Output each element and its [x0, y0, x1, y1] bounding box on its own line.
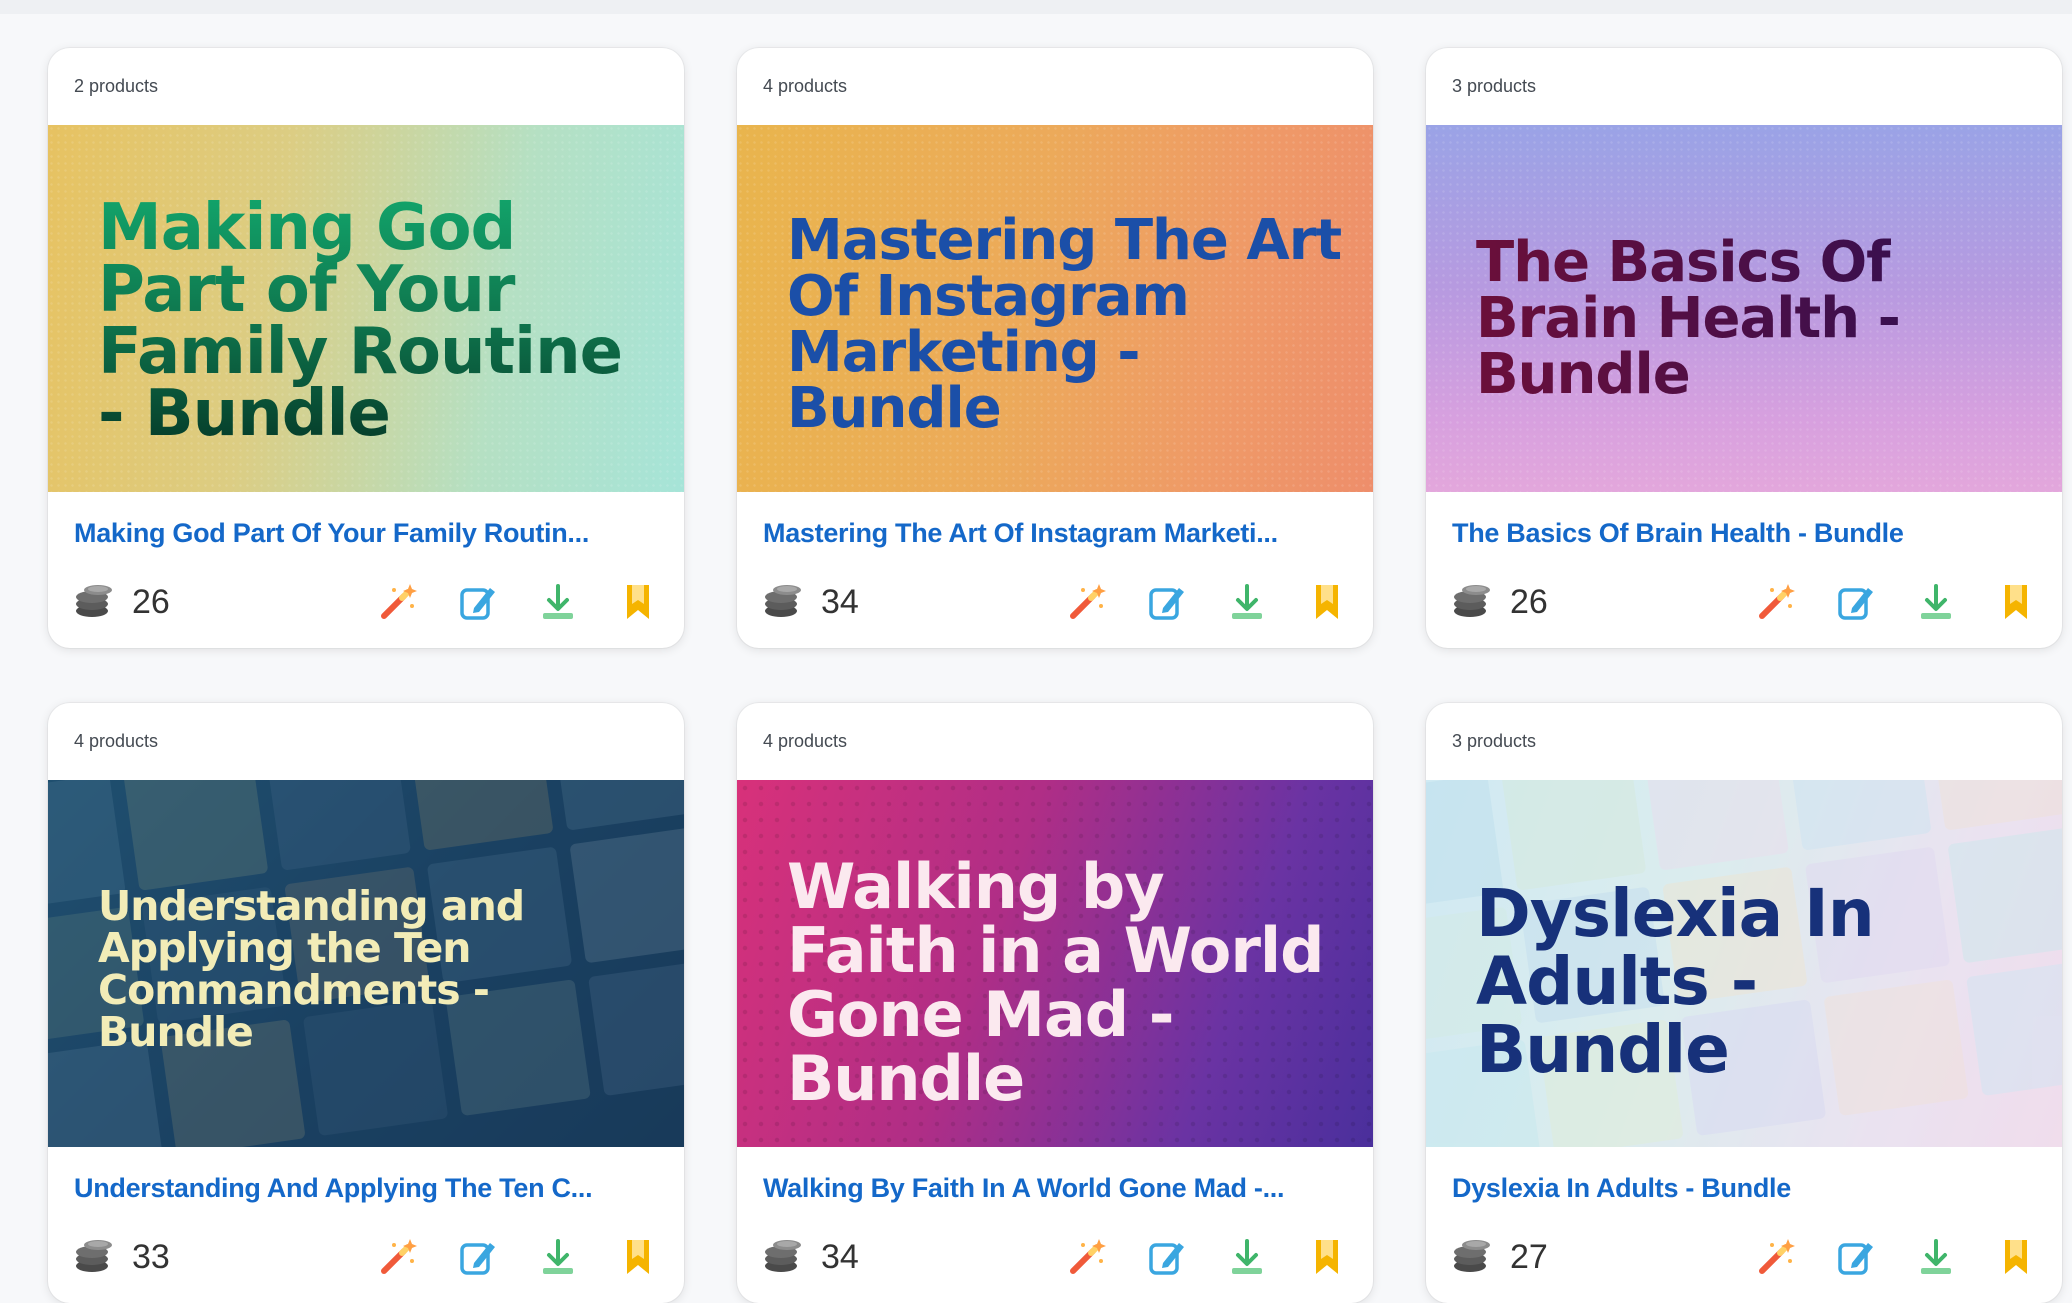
- top-strip: [0, 0, 2072, 14]
- coins-stack-icon: [763, 1235, 803, 1280]
- bookmark-icon[interactable]: [1307, 1237, 1347, 1277]
- card-footer: 34: [763, 580, 1347, 624]
- bundle-card[interactable]: 3 products The Basics Of Brain Health - …: [1426, 48, 2062, 648]
- product-count: 4 products: [763, 76, 848, 96]
- product-count: 4 products: [763, 731, 848, 751]
- bundle-thumbnail[interactable]: Mastering The Art Of Instagram Marketing…: [737, 125, 1373, 492]
- bundle-card[interactable]: 4 products Walking by Faith in a World G…: [737, 703, 1373, 1303]
- card-footer: 34: [763, 1235, 1347, 1279]
- bundle-thumbnail[interactable]: Making God Part of Your Family Routine -…: [48, 125, 684, 492]
- bookmark-icon[interactable]: [1996, 1237, 2036, 1277]
- card-footer: 33: [74, 1235, 658, 1279]
- card-actions: [1067, 582, 1347, 622]
- coins-stack-icon: [74, 1235, 114, 1280]
- magic-wand-icon[interactable]: [378, 582, 418, 622]
- card-actions: [1067, 1237, 1347, 1277]
- thumbnail-title: Making God Part of Your Family Routine -…: [98, 196, 654, 446]
- edit-icon[interactable]: [1836, 582, 1876, 622]
- card-footer: 26: [1452, 580, 2036, 624]
- coins-stack-icon: [763, 580, 803, 625]
- card-actions: [378, 582, 658, 622]
- magic-wand-icon[interactable]: [1067, 1237, 1107, 1277]
- thumbnail-title: Mastering The Art Of Instagram Marketing…: [787, 208, 1342, 441]
- edit-icon[interactable]: [1836, 1237, 1876, 1277]
- bookmark-icon[interactable]: [618, 1237, 658, 1277]
- bundle-title-link[interactable]: Understanding And Applying The Ten C...: [74, 1173, 658, 1204]
- bundle-thumbnail[interactable]: Understanding and Applying the Ten Comma…: [48, 780, 684, 1147]
- download-icon[interactable]: [1916, 1237, 1956, 1277]
- thumbnail-title: The Basics Of Brain Health - Bundle: [1476, 235, 2032, 403]
- thumbnail-title: Dyslexia In Adults - Bundle: [1476, 875, 1875, 1088]
- card-footer: 27: [1452, 1235, 2036, 1279]
- download-icon[interactable]: [1227, 582, 1267, 622]
- bundle-title-link[interactable]: Making God Part Of Your Family Routin...: [74, 518, 658, 549]
- edit-icon[interactable]: [458, 582, 498, 622]
- download-icon[interactable]: [1916, 582, 1956, 622]
- download-icon[interactable]: [1227, 1237, 1267, 1277]
- bundle-title-link[interactable]: Mastering The Art Of Instagram Marketi..…: [763, 518, 1347, 549]
- product-count: 3 products: [1452, 76, 1537, 96]
- download-icon[interactable]: [538, 1237, 578, 1277]
- product-count: 4 products: [74, 731, 159, 751]
- bundle-title-link[interactable]: Walking By Faith In A World Gone Mad -..…: [763, 1173, 1347, 1204]
- coins-stack-icon: [1452, 580, 1492, 625]
- magic-wand-icon[interactable]: [1067, 582, 1107, 622]
- edit-icon[interactable]: [458, 1237, 498, 1277]
- bundle-thumbnail[interactable]: Dyslexia In Adults - Bundle: [1426, 780, 2062, 1147]
- magic-wand-icon[interactable]: [1756, 582, 1796, 622]
- bookmark-icon[interactable]: [1307, 582, 1347, 622]
- bundle-title-link[interactable]: Dyslexia In Adults - Bundle: [1452, 1173, 2036, 1204]
- credit-count: 26: [132, 582, 170, 621]
- bundle-thumbnail[interactable]: The Basics Of Brain Health - Bundle: [1426, 125, 2062, 492]
- download-icon[interactable]: [538, 582, 578, 622]
- bundle-card[interactable]: 4 products Understanding and Applying th…: [48, 703, 684, 1303]
- edit-icon[interactable]: [1147, 1237, 1187, 1277]
- coins-stack-icon: [1452, 1235, 1492, 1280]
- bundle-thumbnail[interactable]: Walking by Faith in a World Gone Mad - B…: [737, 780, 1373, 1147]
- thumbnail-title: Walking by Faith in a World Gone Mad - B…: [787, 850, 1325, 1115]
- credit-count: 34: [821, 582, 859, 621]
- credit-count: 34: [821, 1237, 859, 1276]
- credit-count: 26: [1510, 582, 1548, 621]
- bookmark-icon[interactable]: [618, 582, 658, 622]
- bundle-title-link[interactable]: The Basics Of Brain Health - Bundle: [1452, 518, 2036, 549]
- thumbnail-title: Understanding and Applying the Ten Comma…: [98, 882, 525, 1056]
- card-actions: [378, 1237, 658, 1277]
- credit-count: 33: [132, 1237, 170, 1276]
- bookmark-icon[interactable]: [1996, 582, 2036, 622]
- bundle-card[interactable]: 4 products Mastering The Art Of Instagra…: [737, 48, 1373, 648]
- product-count: 2 products: [74, 76, 159, 96]
- product-count: 3 products: [1452, 731, 1537, 751]
- magic-wand-icon[interactable]: [378, 1237, 418, 1277]
- coins-stack-icon: [74, 580, 114, 625]
- edit-icon[interactable]: [1147, 582, 1187, 622]
- credit-count: 27: [1510, 1237, 1548, 1276]
- bundle-grid: 2 products Making God Part of Your Famil…: [48, 48, 2062, 1303]
- card-actions: [1756, 1237, 2036, 1277]
- bundle-card[interactable]: 3 products Dyslexia In Adults - Bundle D…: [1426, 703, 2062, 1303]
- card-actions: [1756, 582, 2036, 622]
- card-footer: 26: [74, 580, 658, 624]
- bundle-card[interactable]: 2 products Making God Part of Your Famil…: [48, 48, 684, 648]
- magic-wand-icon[interactable]: [1756, 1237, 1796, 1277]
